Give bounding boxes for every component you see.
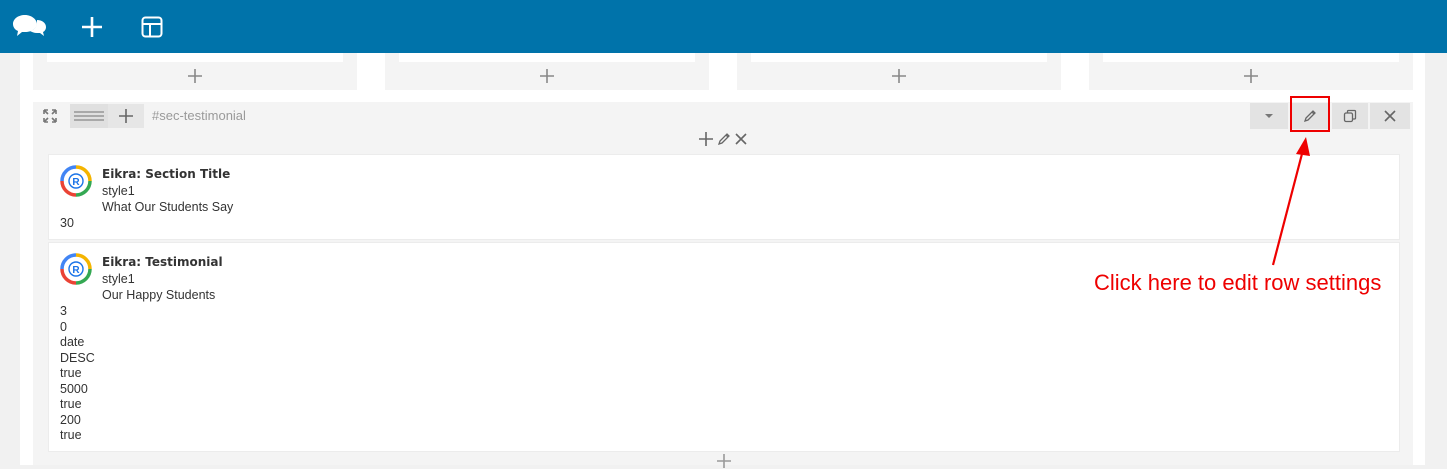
chat-bubbles-icon[interactable] [10, 0, 50, 53]
widget-value: true [60, 428, 82, 442]
plus-icon[interactable] [385, 65, 709, 87]
row-id-label: #sec-testimonial [152, 108, 246, 123]
cell-toolbar [693, 130, 753, 152]
add-icon[interactable] [72, 0, 112, 53]
widget-value: 200 [60, 412, 81, 427]
column [1089, 53, 1413, 90]
widget-value: 0 [60, 319, 67, 334]
column-widget-area [751, 53, 1047, 62]
column-widget-area [47, 53, 343, 62]
widget-value: DESC [60, 350, 95, 365]
widget-value: date [60, 335, 85, 349]
column [385, 53, 709, 90]
annotation-text: Click here to edit row settings [1094, 270, 1382, 295]
row-toolbar: #sec-testimonial [33, 102, 1413, 130]
expand-icon[interactable] [41, 107, 59, 125]
eikra-logo-icon: R [60, 253, 92, 285]
column-widget-area [399, 53, 695, 62]
widget-value: 3 [60, 304, 67, 318]
widget-value: 30 [60, 216, 74, 230]
column [737, 53, 1061, 90]
duplicate-row-button[interactable] [1332, 103, 1368, 129]
plus-icon[interactable] [699, 131, 713, 151]
widget-value: true [60, 397, 82, 411]
eikra-logo-icon: R [60, 165, 92, 197]
svg-text:R: R [72, 265, 80, 276]
widget-setting: style1 [102, 184, 135, 198]
widget-setting: What Our Students Say [102, 200, 234, 214]
row-dropdown-button[interactable] [1250, 103, 1288, 129]
plus-icon[interactable] [737, 65, 1061, 87]
widget-setting: Our Happy Students [102, 288, 216, 302]
widget-title: Eikra: Section Title [102, 167, 231, 181]
drag-handle-icon[interactable] [70, 104, 108, 128]
column [33, 53, 357, 90]
close-icon[interactable] [735, 132, 747, 150]
widget-section-title[interactable]: R Eikra: Section Title style1 What Our S… [48, 154, 1400, 240]
widget-title: Eikra: Testimonial [102, 255, 223, 269]
delete-row-button[interactable] [1370, 103, 1410, 129]
previous-row-columns [33, 53, 1413, 90]
add-column-button[interactable] [108, 104, 144, 128]
column-widget-area [1103, 53, 1399, 62]
plus-icon[interactable] [1089, 65, 1413, 87]
plus-icon[interactable] [716, 453, 732, 469]
layout-icon[interactable] [132, 0, 172, 53]
widget-setting: style1 [102, 272, 135, 286]
plus-icon[interactable] [33, 65, 357, 87]
widget-value: 5000 [60, 381, 88, 396]
top-toolbar [0, 0, 1447, 53]
pencil-icon[interactable] [717, 132, 731, 151]
highlight-box [1290, 96, 1330, 132]
widget-value: true [60, 366, 82, 380]
svg-text:R: R [72, 177, 80, 188]
